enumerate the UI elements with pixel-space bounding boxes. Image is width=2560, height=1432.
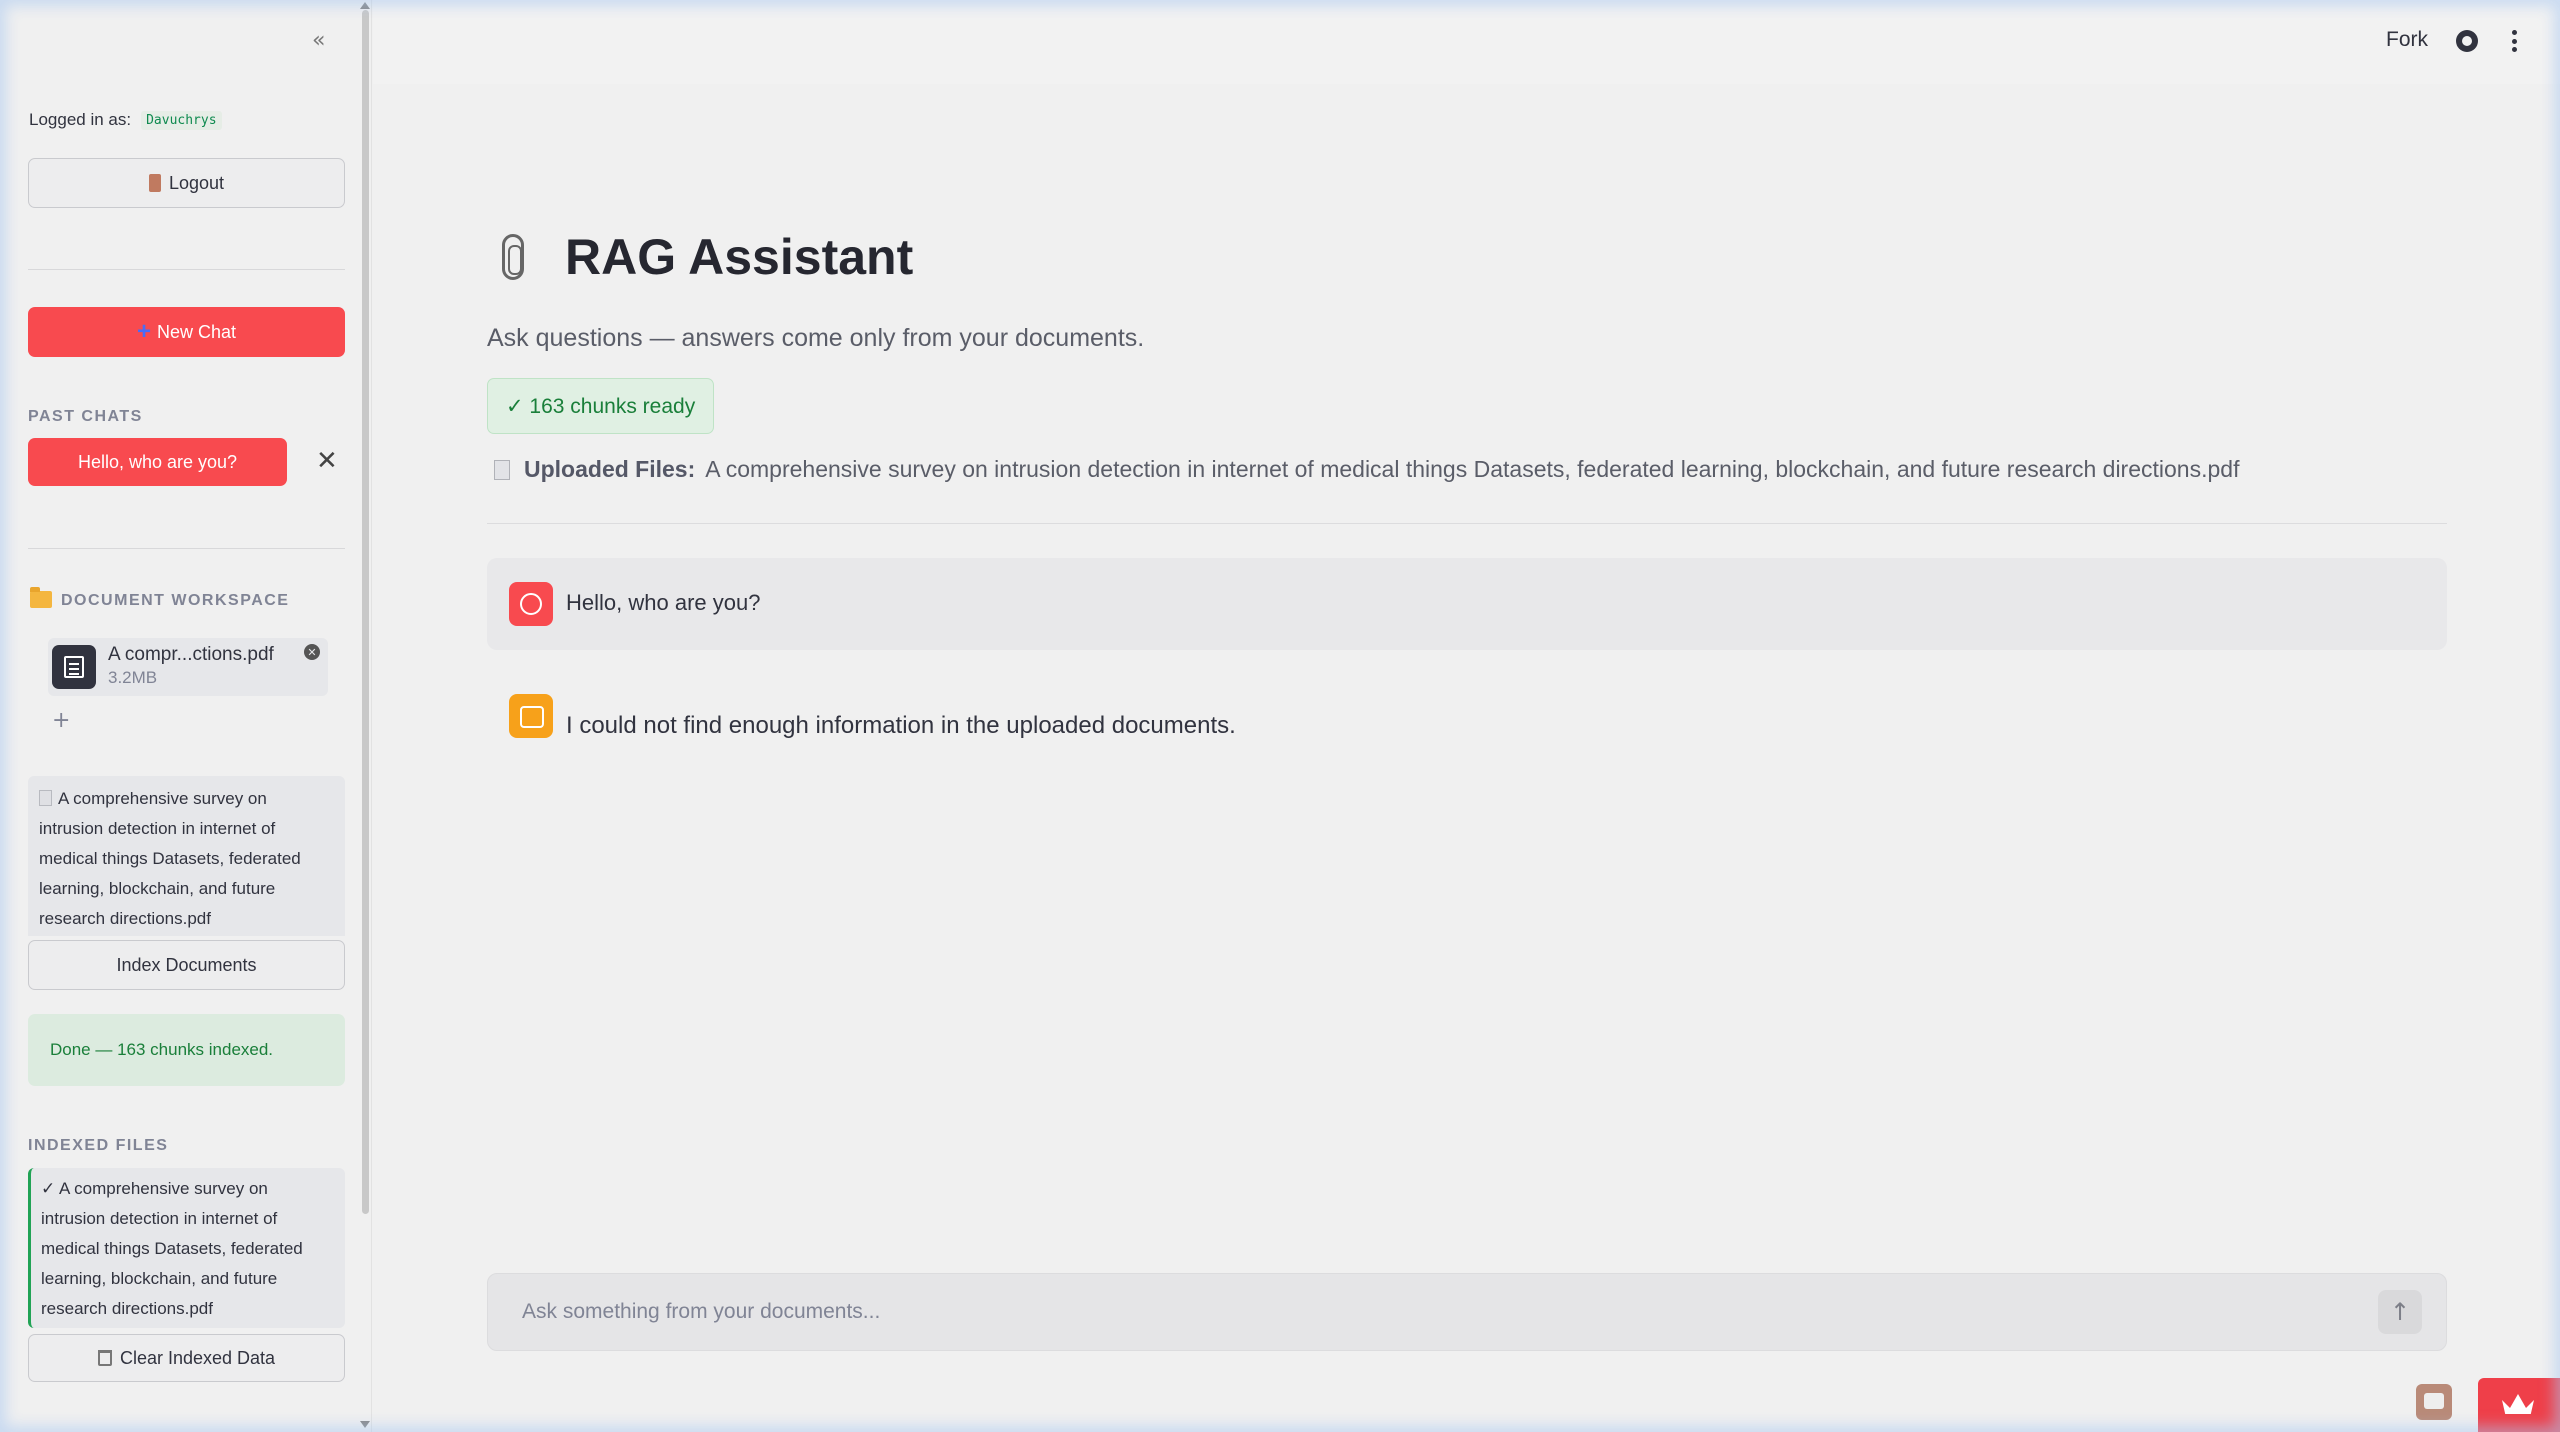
- sidebar-divider: [28, 548, 345, 549]
- uploaded-files-value: A comprehensive survey on intrusion dete…: [705, 456, 2240, 482]
- collapse-sidebar-icon[interactable]: «: [312, 28, 325, 53]
- sidebar-divider: [28, 269, 345, 270]
- crown-icon: [2502, 1394, 2534, 1414]
- content-divider: [487, 523, 2447, 524]
- logged-in-label: Logged in as:: [29, 110, 132, 129]
- assistant-message-text: I could not find enough information in t…: [566, 712, 1236, 739]
- indexed-file-text: ✓ A comprehensive survey on intrusion de…: [41, 1179, 303, 1318]
- door-icon: [148, 174, 161, 192]
- user-avatar-icon: [509, 582, 553, 626]
- user-message-text: Hello, who are you?: [566, 590, 761, 615]
- top-bar: [373, 0, 2560, 84]
- uploaded-files-label: Uploaded Files:: [524, 456, 696, 482]
- page-icon: [39, 790, 52, 806]
- sidebar: « Logged in as: Davuchrys Logout + New C…: [0, 0, 372, 1432]
- file-size: 3.2MB: [108, 668, 158, 687]
- trash-icon: [97, 1350, 112, 1366]
- paperclip-icon: [502, 234, 524, 280]
- file-name: A compr...ctions.pdf: [108, 644, 274, 665]
- folder-icon: [30, 587, 52, 608]
- chat-input[interactable]: Ask something from your documents... ↑: [487, 1273, 2447, 1351]
- past-chat-item[interactable]: Hello, who are you?: [28, 438, 287, 486]
- index-success-alert: Done — 163 chunks indexed.: [28, 1014, 345, 1086]
- indexed-files-heading: INDEXED FILES: [28, 1137, 169, 1154]
- logout-button[interactable]: Logout: [28, 158, 345, 208]
- scroll-up-arrow[interactable]: [360, 2, 370, 9]
- clear-indexed-label: Clear Indexed Data: [119, 1347, 276, 1368]
- document-list: A comprehensive survey on intrusion dete…: [28, 776, 345, 936]
- username: Davuchrys: [141, 110, 222, 130]
- new-chat-button[interactable]: + New Chat: [28, 307, 345, 357]
- streamlit-badge[interactable]: [2478, 1378, 2560, 1432]
- add-file-icon[interactable]: +: [52, 708, 70, 733]
- robot-icon[interactable]: [2416, 1384, 2452, 1420]
- chat-input-placeholder: Ask something from your documents...: [522, 1300, 881, 1323]
- assistant-avatar-icon: [509, 694, 553, 738]
- document-list-text: A comprehensive survey on intrusion dete…: [39, 789, 301, 928]
- past-chats-heading: PAST CHATS: [28, 408, 143, 425]
- main-area: [373, 84, 2560, 1432]
- login-status: Logged in as: Davuchrys: [29, 110, 222, 130]
- uploaded-file-chip: A compr...ctions.pdf 3.2MB ✕: [48, 638, 328, 696]
- page-title: RAG Assistant: [565, 229, 914, 285]
- scroll-down-arrow[interactable]: [360, 1421, 370, 1428]
- index-success-text: Done — 163 chunks indexed.: [50, 1040, 274, 1059]
- workspace-heading: DOCUMENT WORKSPACE: [61, 592, 290, 609]
- menu-icon[interactable]: [2512, 30, 2517, 52]
- indexed-files-list: ✓ A comprehensive survey on intrusion de…: [28, 1168, 345, 1328]
- remove-file-icon[interactable]: ✕: [304, 644, 320, 660]
- uploaded-files-row: Uploaded Files: A comprehensive survey o…: [494, 456, 2239, 483]
- new-chat-label: New Chat: [156, 321, 237, 342]
- sidebar-scrollbar[interactable]: [362, 10, 369, 1214]
- index-documents-button[interactable]: Index Documents: [28, 940, 345, 990]
- plus-icon: +: [136, 318, 151, 345]
- logout-label: Logout: [168, 172, 225, 193]
- github-icon[interactable]: [2456, 30, 2478, 52]
- send-button[interactable]: ↑: [2378, 1290, 2422, 1334]
- page-icon: [494, 459, 510, 480]
- chunks-ready-badge: ✓ 163 chunks ready: [487, 378, 715, 434]
- user-message: Hello, who are you?: [487, 558, 2447, 650]
- fork-button[interactable]: Fork: [2386, 28, 2428, 52]
- clear-indexed-data-button[interactable]: Clear Indexed Data: [28, 1334, 345, 1382]
- document-icon: [52, 645, 96, 689]
- delete-chat-icon[interactable]: ✕: [316, 446, 338, 476]
- page-subtitle: Ask questions — answers come only from y…: [487, 324, 1145, 352]
- index-documents-label: Index Documents: [116, 954, 257, 975]
